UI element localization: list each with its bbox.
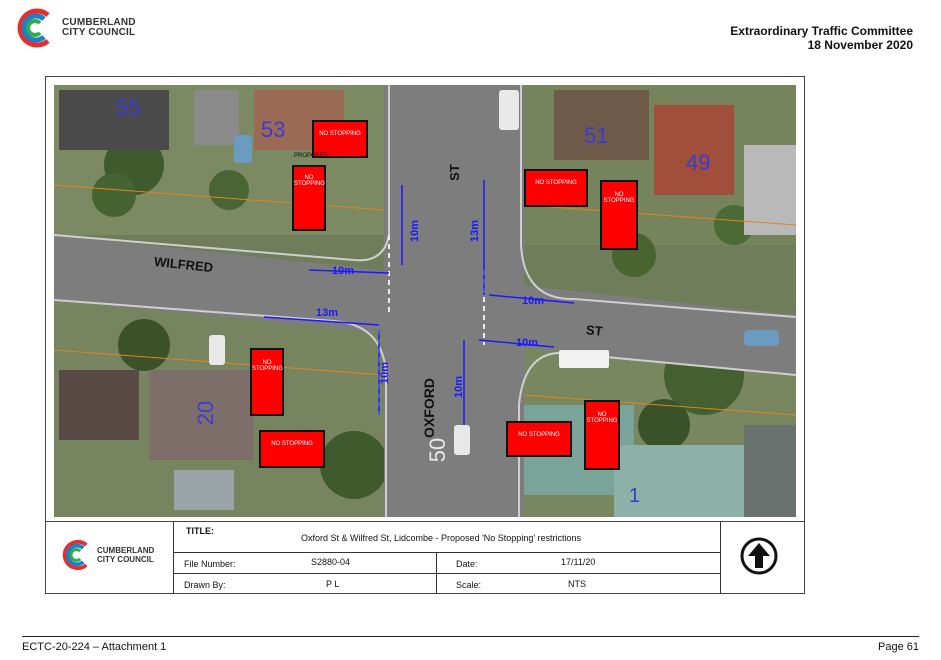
dimension-label: 10m (522, 295, 545, 307)
header-right: Extraordinary Traffic Committee 18 Novem… (730, 24, 913, 52)
dimension-label: 10m (379, 361, 392, 385)
lot-number-20: 20 (193, 400, 219, 426)
dimension-label: 13m (469, 219, 482, 243)
column-divider-2 (720, 522, 721, 594)
no-stopping-sign-se-1: NO STOPPING (506, 421, 572, 457)
tb-logo-line2: CITY COUNCIL (97, 555, 154, 564)
file-number-value: S2880-04 (311, 557, 351, 567)
council-logo-icon (17, 8, 50, 48)
road-marking-50: 50 (425, 437, 451, 463)
no-stopping-sign-ne-2: NO STOPPING (600, 180, 638, 250)
title-row-divider (174, 552, 720, 553)
no-stopping-sign-ne-1: NO STOPPING (524, 169, 588, 207)
no-stopping-sign-se-2: NO STOPPING (584, 400, 620, 470)
lot-number-49: 49 (686, 150, 711, 175)
council-logo: CUMBERLAND CITY COUNCIL (14, 6, 136, 50)
title-block-logo-cell: CUMBERLAND CITY COUNCIL (46, 522, 174, 594)
dimension-label: 10m (516, 337, 539, 349)
title-block: CUMBERLAND CITY COUNCIL TITLE: Oxford St… (46, 521, 804, 594)
dimension-label: 13m (316, 307, 339, 319)
dimension-label: 10m (453, 375, 466, 399)
scale-value: NTS (568, 579, 586, 589)
street-label-oxford: OXFORD (420, 378, 437, 438)
map-frame: WILFRED ST ST OXFORD 55 53 51 49 20 1 50… (45, 76, 805, 594)
no-stopping-sign-nw-2: NO STOPPING (292, 165, 326, 231)
file-number-label: File Number: (184, 559, 236, 569)
street-label-wilfred-st-east: ST (585, 322, 604, 339)
proposed-label: PROPOSED (294, 153, 329, 159)
scale-label: Scale: (456, 580, 482, 590)
footer-divider (22, 636, 919, 637)
council-logo-small-icon (62, 539, 88, 571)
tb-logo-line1: CUMBERLAND (97, 546, 155, 555)
lot-number-53: 53 (261, 117, 286, 142)
street-label-oxford-st-north: ST (446, 164, 462, 181)
date-value: 17/11/20 (561, 557, 596, 567)
title-value: Oxford St & Wilfred St, Lidcombe - Propo… (301, 533, 582, 543)
logo-line2: CITY COUNCIL (62, 27, 136, 38)
date-label: Date: (456, 559, 478, 569)
dimension-label: 10m (332, 265, 355, 277)
no-stopping-sign-sw-2: NO STOPPING (259, 430, 325, 468)
aerial-map: WILFRED ST ST OXFORD 55 53 51 49 20 1 50… (54, 85, 796, 517)
footer-right: Page 61 (878, 641, 919, 653)
meeting-date: 18 November 2020 (807, 38, 913, 52)
committee-name: Extraordinary Traffic Committee (730, 24, 913, 38)
lot-number-51: 51 (584, 123, 609, 148)
footer-left: ECTC-20-224 – Attachment 1 (22, 641, 167, 653)
drawn-by-value: P L (326, 579, 340, 589)
title-row-divider-2 (174, 573, 720, 574)
title-label: TITLE: (186, 526, 214, 536)
lot-number-1: 1 (629, 485, 641, 507)
north-arrow-icon (740, 537, 778, 575)
lot-number-55: 55 (116, 95, 141, 120)
column-divider-1 (436, 552, 437, 594)
drawn-by-label: Drawn By: (184, 580, 226, 590)
no-stopping-sign-sw-1: NO STOPPING (250, 348, 284, 416)
dimension-label: 10m (409, 219, 422, 243)
